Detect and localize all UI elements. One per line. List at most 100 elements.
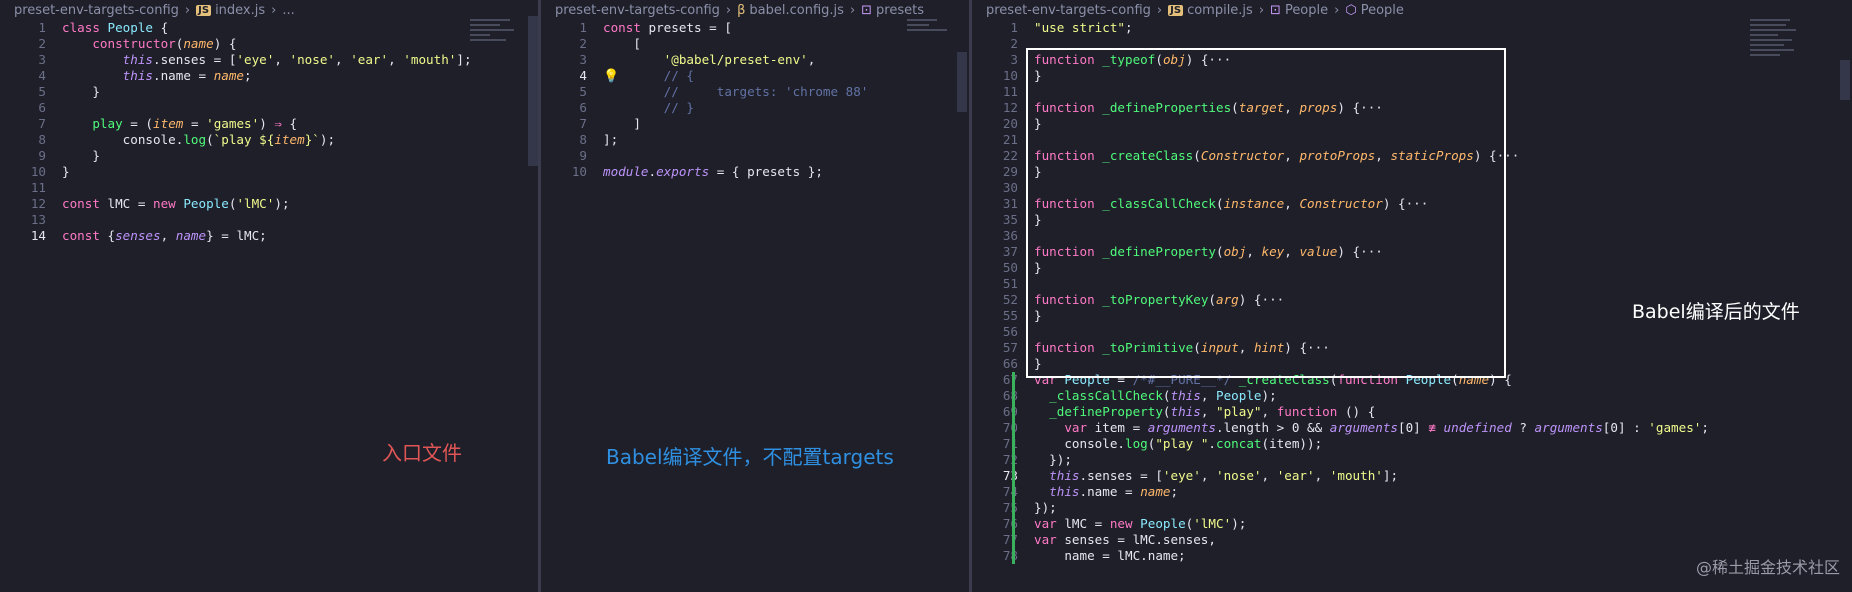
breadcrumb-file[interactable]: babel.config.js (749, 3, 844, 18)
breadcrumb-file[interactable]: index.js (215, 3, 265, 18)
line-number: 4 (38, 68, 46, 83)
code-line[interactable]: 3 this.senses = ['eye', 'nose', 'ear', '… (0, 52, 538, 68)
code-text: constructor(name) { (92, 36, 237, 51)
code-text: name = lMC.name; (1034, 548, 1186, 563)
code-line[interactable]: 6 (0, 100, 538, 116)
code-area[interactable]: 1 const presets = [2 [3 '@babel/preset-en… (541, 20, 969, 180)
breadcrumb[interactable]: preset-env-targets-config › JS compile.j… (972, 0, 1852, 20)
code-line[interactable]: 1 class People { (0, 20, 538, 36)
line-number: 10 (30, 164, 46, 179)
code-text: ] (603, 116, 641, 131)
line-number: 51 (1002, 276, 1018, 291)
js-file-icon: JS (1168, 4, 1184, 16)
code-line[interactable]: 2 constructor(name) { (0, 36, 538, 52)
caption-entry-file: 入口文件 (382, 441, 462, 465)
code-text: var senses = lMC.senses, (1034, 532, 1216, 547)
code-line[interactable]: 68 _classCallCheck(this, People); (972, 388, 1852, 404)
line-number: 4 (579, 68, 587, 83)
code-line[interactable]: 72 }); (972, 452, 1852, 468)
highlight-box (1026, 48, 1506, 378)
minimap[interactable] (1750, 16, 1798, 136)
line-number: 20 (1002, 116, 1018, 131)
code-text: "use strict"; (1034, 20, 1133, 35)
code-line[interactable]: 10} (0, 164, 538, 180)
code-line[interactable]: 5 // targets: 'chrome 88' (541, 84, 969, 100)
breadcrumb-symbol[interactable]: People (1361, 3, 1404, 18)
line-number: 9 (579, 148, 587, 163)
code-line[interactable]: 2 [ (541, 36, 969, 52)
code-line[interactable]: 76 var lMC = new People('lMC'); (972, 516, 1852, 532)
code-line[interactable]: 13 (0, 212, 538, 228)
breadcrumb-file[interactable]: compile.js (1187, 3, 1253, 18)
breadcrumb-separator: › (184, 2, 191, 18)
code-text: module.exports = { presets }; (603, 164, 823, 179)
code-line[interactable]: 77 var senses = lMC.senses, (972, 532, 1852, 548)
code-line[interactable]: 3 '@babel/preset-env', (541, 52, 969, 68)
code-line[interactable]: 7 ] (541, 116, 969, 132)
code-line[interactable]: 4 this.name = name; (0, 68, 538, 84)
code-line[interactable]: 8]; (541, 132, 969, 148)
line-number: 50 (1002, 260, 1018, 275)
code-line[interactable]: 1 "use strict"; (972, 20, 1852, 36)
code-line[interactable]: 12 const lMC = new People('lMC'); (0, 196, 538, 212)
breadcrumb-folder[interactable]: preset-env-targets-config (555, 3, 720, 18)
breadcrumb-symbol[interactable]: People (1285, 3, 1328, 18)
line-number: 11 (1002, 84, 1018, 99)
code-line[interactable]: 73 this.senses = ['eye', 'nose', 'ear', … (972, 468, 1852, 484)
code-line[interactable]: 14 const {senses, name} = lMC; (0, 228, 538, 244)
line-number: 22 (1002, 148, 1018, 163)
line-number: 5 (38, 84, 46, 99)
code-text: this.name = name; (1049, 484, 1179, 499)
line-number: 6 (38, 100, 46, 115)
code-line[interactable]: 6 // } (541, 100, 969, 116)
lightbulb-icon[interactable]: 💡 (603, 69, 619, 84)
line-number: 10 (1002, 68, 1018, 83)
code-line[interactable]: 70 var item = arguments.length > 0 && ar… (972, 420, 1852, 436)
scrollbar[interactable] (957, 52, 967, 112)
code-line[interactable]: 74 this.name = name; (972, 484, 1852, 500)
code-line[interactable]: 7 play = (item = 'games') ⇒ { (0, 116, 538, 132)
code-text: const lMC = new People('lMC'); (62, 196, 290, 211)
code-text: ]; (603, 132, 619, 147)
line-number: 1 (579, 20, 587, 35)
line-number: 1 (1010, 20, 1018, 35)
breadcrumb-separator: › (1258, 2, 1265, 18)
code-text: [ (603, 36, 641, 51)
breadcrumb[interactable]: preset-env-targets-config › β babel.conf… (541, 0, 969, 20)
code-text: var item = arguments.length > 0 && argum… (1064, 420, 1709, 435)
code-line[interactable]: 1 const presets = [ (541, 20, 969, 36)
code-line[interactable]: 69 _defineProperty(this, "play", functio… (972, 404, 1852, 420)
code-line[interactable]: 11 (0, 180, 538, 196)
code-text: '@babel/preset-env', (663, 52, 816, 67)
code-text: _classCallCheck(this, People); (1049, 388, 1277, 403)
breadcrumb-folder[interactable]: preset-env-targets-config (14, 3, 179, 18)
line-number: 11 (30, 180, 46, 195)
code-text: }); (1034, 452, 1072, 467)
line-number: 2 (1010, 36, 1018, 51)
breadcrumb-separator: › (725, 2, 732, 18)
scrollbar[interactable] (528, 16, 538, 166)
minimap[interactable] (907, 16, 955, 86)
code-text: this.senses = ['eye', 'nose', 'ear', 'mo… (122, 52, 472, 67)
caption-babel-config: Babel编译文件，不配置targets (606, 445, 894, 469)
code-area[interactable]: 1 class People {2 constructor(name) {3 th… (0, 20, 538, 244)
code-line[interactable]: 10 module.exports = { presets }; (541, 164, 969, 180)
line-number: 3 (579, 52, 587, 67)
breadcrumb-folder[interactable]: preset-env-targets-config (986, 3, 1151, 18)
minimap[interactable] (470, 16, 518, 86)
line-number: 2 (579, 36, 587, 51)
code-text: // targets: 'chrome 88' (663, 84, 869, 99)
line-number: 14 (30, 228, 46, 243)
code-line[interactable]: 9 (541, 148, 969, 164)
code-line[interactable]: 9 } (0, 148, 538, 164)
code-line[interactable]: 75}); (972, 500, 1852, 516)
code-line[interactable]: 8 console.log(`play ${item}`); (0, 132, 538, 148)
breadcrumb[interactable]: preset-env-targets-config › JS index.js … (0, 0, 538, 20)
code-line[interactable]: 5 } (0, 84, 538, 100)
line-number: 3 (38, 52, 46, 67)
line-number: 3 (1010, 52, 1018, 67)
breadcrumb-symbol[interactable]: ... (282, 3, 294, 18)
line-number: 31 (1002, 196, 1018, 211)
code-line[interactable]: 71 console.log("play ".concat(item)); (972, 436, 1852, 452)
scrollbar[interactable] (1840, 60, 1850, 100)
